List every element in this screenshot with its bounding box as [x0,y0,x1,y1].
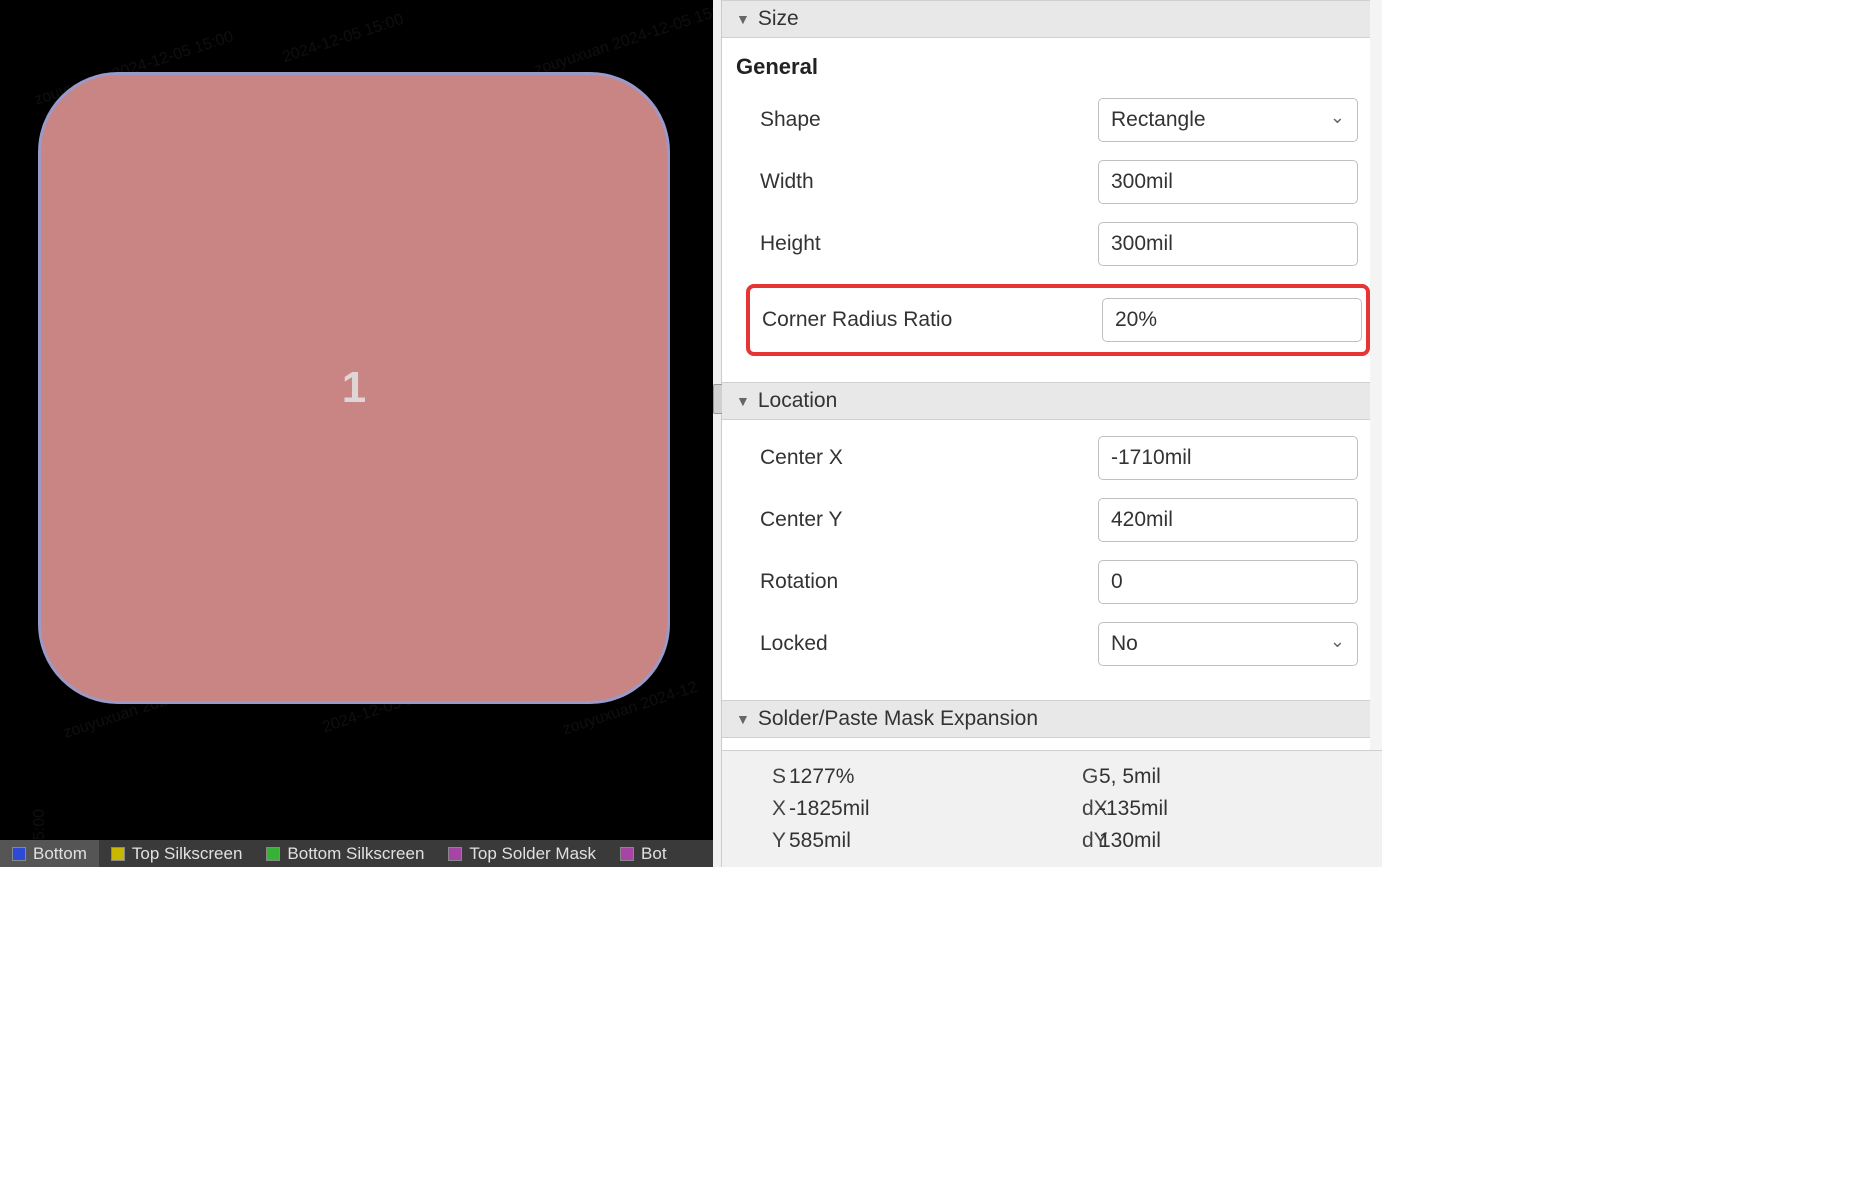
section-title: Location [758,389,837,413]
layer-label: Top Silkscreen [132,844,243,864]
status-dy-value: 130mil [1087,829,1161,853]
rotation-input[interactable] [1098,560,1358,604]
section-body-location: Center X Center Y Rotation Locked [722,420,1382,700]
layer-label: Bottom Silkscreen [287,844,424,864]
status-bar: S 1277% G 5, 5mil X -1825mil dX -135mil … [722,750,1382,867]
layer-tab-truncated[interactable]: Bot [608,840,679,867]
layer-label: Bottom [33,844,87,864]
status-y-key: Y [742,829,777,853]
status-dy-key: dY [1052,829,1087,853]
status-y-value: 585mil [777,829,851,853]
layer-swatch [448,847,462,861]
layer-swatch [266,847,280,861]
layer-label: Bot [641,844,667,864]
caret-down-icon: ▼ [736,11,750,27]
caret-down-icon: ▼ [736,393,750,409]
status-x-key: X [742,797,777,821]
locked-label: Locked [752,632,1098,656]
locked-select[interactable]: No [1098,622,1358,666]
pad-shape[interactable]: 1 [38,72,670,704]
center-y-label: Center Y [752,508,1098,532]
layer-tab-top-silkscreen[interactable]: Top Silkscreen [99,840,255,867]
general-subheader: General [736,54,1362,80]
height-input[interactable] [1098,222,1358,266]
rotation-label: Rotation [752,570,1098,594]
status-g-key: G [1052,765,1087,789]
corner-radius-label: Corner Radius Ratio [758,308,1102,332]
layer-label: Top Solder Mask [469,844,596,864]
section-body-size: General Shape Rectangle Width Height [722,38,1382,382]
layer-swatch [12,847,26,861]
pad-number-label: 1 [342,363,366,413]
watermark-text: 2024-12-05 15:00 [280,11,406,67]
properties-panel: ▼ Size General Shape Rectangle Width [722,0,1382,867]
watermark-text: zouyuxuan 2024-12-05 15:00 [532,0,712,80]
layer-tab-bottom[interactable]: Bottom [0,840,99,867]
status-g-value: 5, 5mil [1087,765,1161,789]
section-body-mask: General Custom Solder Mask Expansion Pas… [722,738,1382,750]
height-label: Height [752,232,1098,256]
width-input[interactable] [1098,160,1358,204]
layers-bar: Bottom Top Silkscreen Bottom Silkscreen … [0,840,713,867]
section-title: Solder/Paste Mask Expansion [758,707,1038,731]
layer-swatch [111,847,125,861]
canvas-viewport[interactable]: zouyuxuan 2024-12-05 15:00 2024-12-05 15… [0,0,713,867]
section-header-location[interactable]: ▼ Location [722,382,1382,420]
status-dx-key: dX [1052,797,1087,821]
layer-tab-top-solder-mask[interactable]: Top Solder Mask [436,840,608,867]
panel-splitter[interactable] [713,0,723,867]
layer-swatch [620,847,634,861]
corner-radius-input[interactable] [1102,298,1362,342]
layer-tab-bottom-silkscreen[interactable]: Bottom Silkscreen [254,840,436,867]
status-s-value: 1277% [777,765,854,789]
section-header-mask[interactable]: ▼ Solder/Paste Mask Expansion [722,700,1382,738]
section-title: Size [758,7,799,31]
shape-label: Shape [752,108,1098,132]
section-header-size[interactable]: ▼ Size [722,0,1382,38]
status-x-value: -1825mil [777,797,870,821]
shape-select[interactable]: Rectangle [1098,98,1358,142]
caret-down-icon: ▼ [736,711,750,727]
status-s-key: S [742,765,777,789]
status-dx-value: -135mil [1087,797,1168,821]
scrollbar[interactable] [1370,0,1382,750]
center-x-input[interactable] [1098,436,1358,480]
center-x-label: Center X [752,446,1098,470]
properties-scroll[interactable]: ▼ Size General Shape Rectangle Width [722,0,1382,750]
corner-radius-row-highlighted: Corner Radius Ratio [746,284,1370,356]
center-y-input[interactable] [1098,498,1358,542]
splitter-handle[interactable] [713,384,723,414]
width-label: Width [752,170,1098,194]
